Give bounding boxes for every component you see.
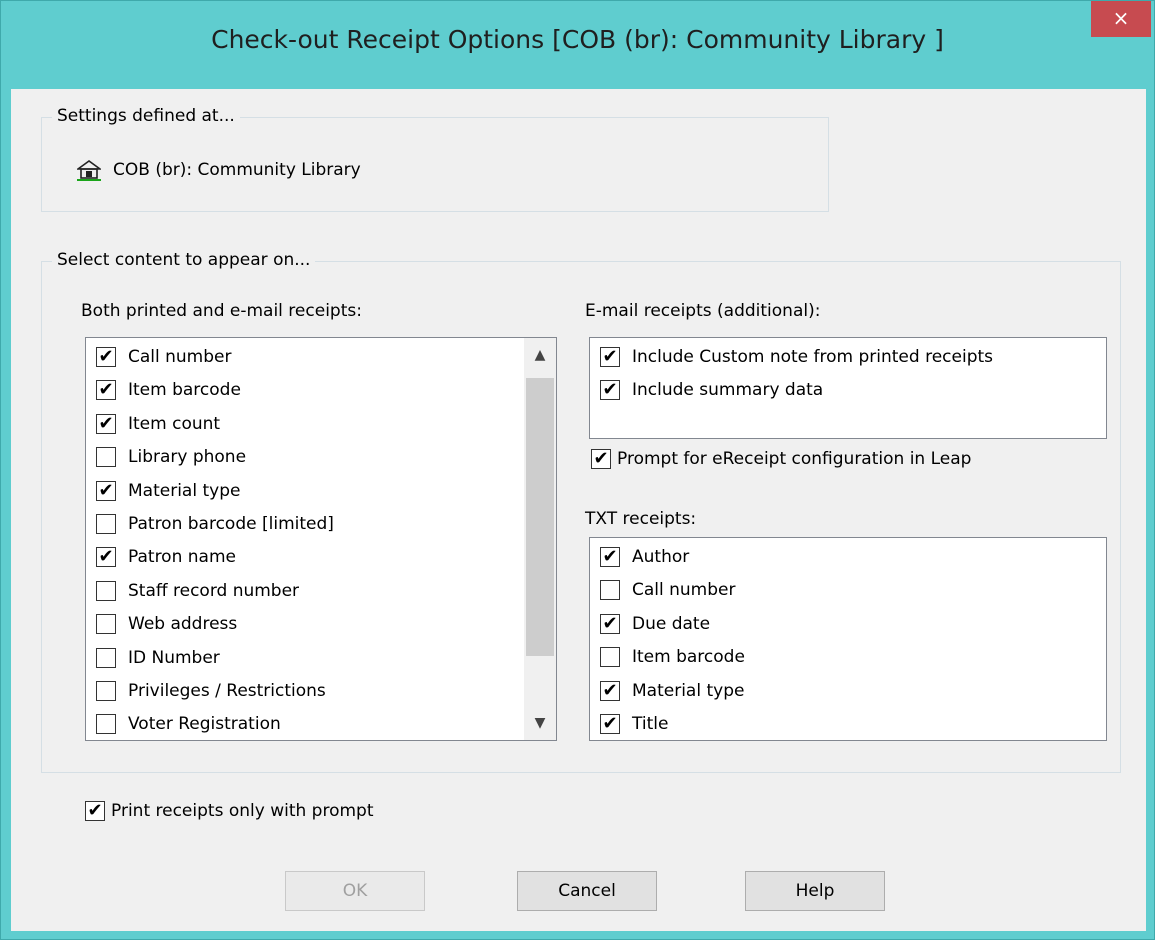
checkbox-label: Call number xyxy=(128,347,232,367)
checkbox[interactable] xyxy=(96,580,116,601)
checkbox-label: Library phone xyxy=(128,447,247,468)
checkbox[interactable]: ✔ xyxy=(600,380,620,401)
scroll-up-icon[interactable]: ▲ xyxy=(524,338,556,372)
both-list-scrollbar[interactable]: ▲ ▼ xyxy=(524,338,556,740)
txt-receipts-item[interactable]: Call number xyxy=(600,575,736,605)
both-receipts-item[interactable]: Web address xyxy=(96,609,237,639)
checkbox-label: Due date xyxy=(632,613,711,634)
email-receipts-item[interactable]: ✔ Include Custom note from printed receip… xyxy=(600,342,993,372)
checkbox-label: Material type xyxy=(128,480,241,501)
email-receipts-list[interactable]: ✔ Include Custom note from printed receip… xyxy=(589,337,1107,439)
email-receipts-item[interactable]: ✔ Include summary data xyxy=(600,375,823,405)
checkbox-label: Include Custom note from printed receipt… xyxy=(632,347,994,367)
checkbox[interactable]: ✔ xyxy=(600,547,620,567)
checkbox[interactable] xyxy=(96,681,116,701)
close-icon: × xyxy=(1112,6,1130,30)
dialog-window: Check-out Receipt Options [COB (br): Com… xyxy=(0,0,1155,940)
checkbox[interactable] xyxy=(600,580,620,601)
checkbox-label: Privileges / Restrictions xyxy=(128,681,326,701)
both-receipts-list[interactable]: ✔ Call number ✔ Item barcode ✔ Item count Libr… xyxy=(85,337,557,741)
checkbox[interactable]: ✔ xyxy=(600,347,620,367)
both-receipts-item[interactable]: ✔ Material type xyxy=(96,476,240,506)
checkbox-label: Author xyxy=(632,547,690,567)
help-button[interactable]: Help xyxy=(745,871,885,911)
both-receipts-item[interactable]: Patron barcode [limited] xyxy=(96,509,334,539)
window-title: Check-out Receipt Options [COB (br): Com… xyxy=(211,25,944,54)
both-receipts-item[interactable]: Voter Registration xyxy=(96,709,281,739)
both-receipts-item[interactable]: ✔ Call number xyxy=(96,342,232,372)
checkbox[interactable]: ✔ xyxy=(96,380,116,401)
both-receipts-item[interactable]: Library phone xyxy=(96,442,246,472)
checkbox-label: Title xyxy=(632,714,669,734)
checkbox[interactable] xyxy=(96,447,116,468)
both-receipts-item[interactable]: ID Number xyxy=(96,643,220,673)
both-receipts-item[interactable]: ✔ Item count xyxy=(96,409,220,439)
checkbox[interactable]: ✔ xyxy=(96,347,116,367)
print-prompt-label: Print receipts only with prompt xyxy=(111,801,374,821)
settings-group-label: Settings defined at... xyxy=(52,106,240,126)
checkbox-label: Patron name xyxy=(128,547,236,568)
checkbox[interactable] xyxy=(96,647,116,668)
both-receipts-item[interactable]: ✔ Item barcode xyxy=(96,375,241,405)
checkbox-label: Item count xyxy=(128,413,221,434)
scroll-thumb[interactable] xyxy=(526,378,554,656)
print-prompt-checkbox-row[interactable]: ✔ Print receipts only with prompt xyxy=(85,801,374,821)
both-receipts-item[interactable]: Staff record number xyxy=(96,576,299,606)
both-receipts-item[interactable]: Privileges / Restrictions xyxy=(96,676,326,706)
checkbox-label: Item barcode xyxy=(632,647,745,668)
checkbox-label: Include summary data xyxy=(632,380,824,401)
cancel-button[interactable]: Cancel xyxy=(517,871,657,911)
both-receipts-label: Both printed and e-mail receipts: xyxy=(81,301,362,321)
ok-button[interactable]: OK xyxy=(285,871,425,911)
checkbox-label: Call number xyxy=(632,580,736,601)
checkbox[interactable]: ✔ xyxy=(600,714,620,734)
txt-receipts-list[interactable]: ✔ Author Call number ✔ Due date Item barcode ✔… xyxy=(589,537,1107,741)
txt-receipts-item[interactable]: ✔ Material type xyxy=(600,676,744,706)
checkbox[interactable] xyxy=(96,514,116,534)
title-bar[interactable]: Check-out Receipt Options [COB (br): Com… xyxy=(1,1,1154,89)
content-group-label: Select content to appear on... xyxy=(52,250,316,270)
checkbox[interactable]: ✔ xyxy=(600,680,620,701)
checkbox[interactable]: ✔ xyxy=(96,547,116,568)
settings-site: COB (br): Community Library xyxy=(77,159,361,181)
checkbox-label: Voter Registration xyxy=(128,714,281,735)
checkbox-label: Staff record number xyxy=(128,580,300,601)
checkbox-label: ID Number xyxy=(128,647,220,668)
txt-receipts-item[interactable]: ✔ Author xyxy=(600,542,689,572)
checkbox[interactable] xyxy=(96,714,116,735)
checkbox[interactable] xyxy=(96,614,116,635)
settings-site-name: COB (br): Community Library xyxy=(113,160,361,180)
ereceipt-prompt-label: Prompt for eReceipt configuration in Lea… xyxy=(617,449,972,469)
checkbox[interactable]: ✔ xyxy=(96,413,116,434)
txt-receipts-label: TXT receipts: xyxy=(585,509,697,529)
checkbox-label: Patron barcode [limited] xyxy=(128,514,334,534)
ereceipt-prompt-checkbox[interactable]: ✔ xyxy=(591,449,611,469)
scroll-down-icon[interactable]: ▼ xyxy=(524,706,556,740)
txt-receipts-item[interactable]: Item barcode xyxy=(600,642,745,672)
dialog-client: Settings defined at... COB (br): Communi… xyxy=(11,89,1146,931)
close-button[interactable]: × xyxy=(1091,1,1151,37)
both-receipts-item[interactable]: ✔ Patron name xyxy=(96,542,236,572)
checkbox-label: Material type xyxy=(632,680,745,701)
email-receipts-label: E-mail receipts (additional): xyxy=(585,301,821,321)
checkbox-label: Item barcode xyxy=(128,380,241,401)
checkbox[interactable]: ✔ xyxy=(96,480,116,501)
ereceipt-prompt-checkbox-row[interactable]: ✔ Prompt for eReceipt configuration in L… xyxy=(591,449,971,469)
print-prompt-checkbox[interactable]: ✔ xyxy=(85,801,105,821)
checkbox[interactable] xyxy=(600,647,620,668)
checkbox[interactable]: ✔ xyxy=(600,613,620,634)
txt-receipts-item[interactable]: ✔ Due date xyxy=(600,609,710,639)
checkbox-label: Web address xyxy=(128,614,238,635)
library-building-icon xyxy=(77,160,101,181)
txt-receipts-item[interactable]: ✔ Title xyxy=(600,709,668,739)
